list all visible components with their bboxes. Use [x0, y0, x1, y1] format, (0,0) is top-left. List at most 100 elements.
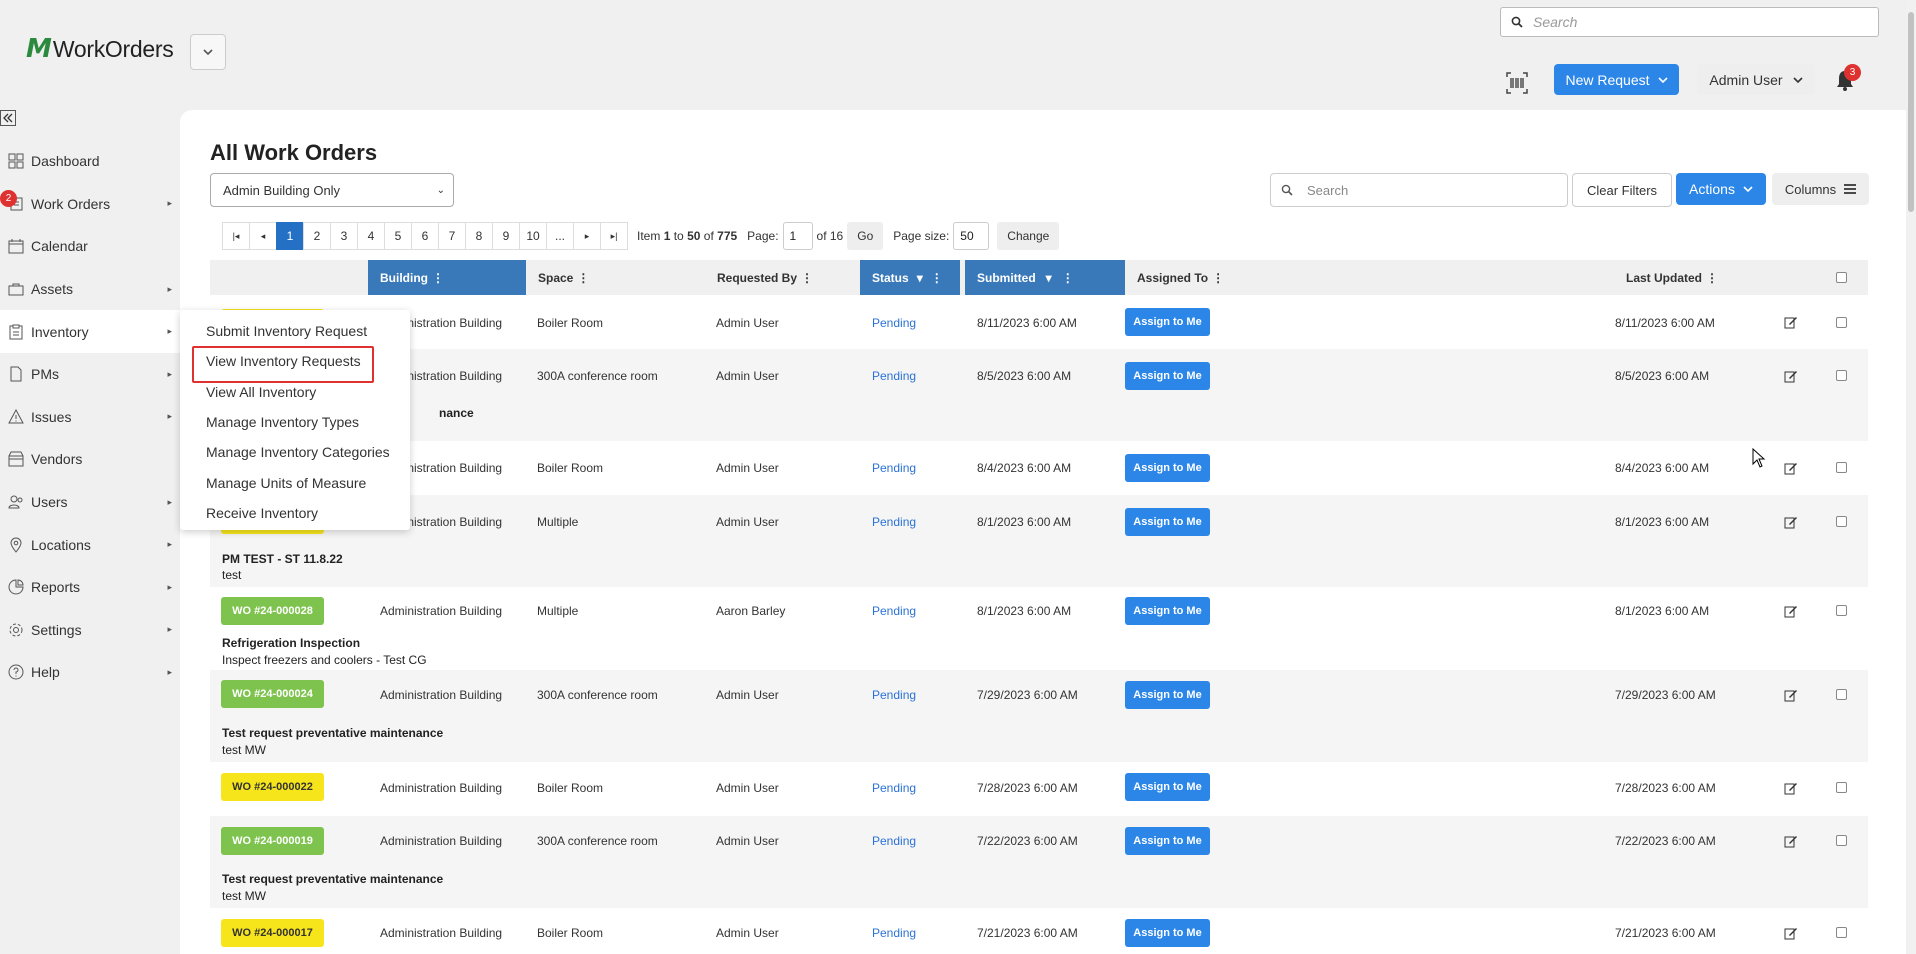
edit-icon[interactable] — [1784, 461, 1798, 475]
sidebar-item-assets[interactable]: Assets ▸ — [0, 268, 180, 311]
row-checkbox[interactable] — [1836, 317, 1847, 328]
global-search[interactable] — [1500, 7, 1879, 37]
pager-ellipsis[interactable]: ... — [546, 222, 574, 250]
table-row[interactable]: Administration Building 300A conference … — [210, 349, 1868, 441]
menu-item-view-inventory-requests[interactable]: View Inventory Requests — [180, 346, 410, 384]
edit-icon[interactable] — [1784, 515, 1798, 529]
pager-page-2[interactable]: 2 — [303, 222, 331, 250]
sidebar-item-work-orders[interactable]: 2 Work Orders ▸ — [0, 183, 180, 226]
table-row[interactable]: WO #24-000028 Administration Building Mu… — [210, 587, 1868, 670]
menu-item-manage-units-of-measure[interactable]: Manage Units of Measure — [180, 467, 410, 497]
assign-to-me-button[interactable]: Assign to Me — [1125, 454, 1210, 482]
app-switcher-button[interactable] — [190, 34, 226, 70]
menu-item-view-all-inventory[interactable]: View All Inventory — [180, 377, 410, 407]
pager-size-input[interactable]: 50 — [953, 222, 990, 250]
menu-item-submit-inventory-request[interactable]: Submit Inventory Request — [180, 316, 410, 346]
pager-first-button[interactable]: |◂ — [222, 222, 250, 250]
row-checkbox[interactable] — [1836, 462, 1847, 473]
column-header-space[interactable]: Space ⋮ — [526, 260, 706, 295]
scrollbar-thumb[interactable] — [1908, 12, 1914, 212]
pager-change-button[interactable]: Change — [997, 222, 1060, 250]
table-row[interactable]: Administration Building Boiler Room Admi… — [210, 441, 1868, 495]
pager-page-3[interactable]: 3 — [330, 222, 358, 250]
column-header-building[interactable]: Building ⋮ — [368, 260, 526, 295]
select-all-checkbox[interactable] — [1836, 272, 1847, 283]
edit-icon[interactable] — [1784, 604, 1798, 618]
barcode-scan-icon[interactable] — [1506, 72, 1528, 94]
assign-to-me-button[interactable]: Assign to Me — [1125, 308, 1210, 336]
sidebar-item-users[interactable]: Users ▸ — [0, 481, 180, 524]
edit-icon[interactable] — [1784, 688, 1798, 702]
columns-button[interactable]: Columns — [1772, 173, 1869, 205]
global-search-input[interactable] — [1533, 14, 1853, 30]
row-checkbox[interactable] — [1836, 370, 1847, 381]
column-header-last-updated[interactable]: Last Updated ⋮ — [1614, 260, 1814, 295]
assign-to-me-button[interactable]: Assign to Me — [1125, 681, 1210, 709]
column-header-assigned-to[interactable]: Assigned To ⋮ — [1125, 260, 1325, 295]
edit-icon[interactable] — [1784, 834, 1798, 848]
row-checkbox[interactable] — [1836, 516, 1847, 527]
sidebar-item-locations[interactable]: Locations ▸ — [0, 523, 180, 566]
table-row[interactable]: WO #24-000019 Administration Building 30… — [210, 816, 1868, 908]
table-search-input[interactable] — [1307, 182, 1547, 198]
assign-to-me-button[interactable]: Assign to Me — [1125, 362, 1210, 390]
pager-page-6[interactable]: 6 — [411, 222, 439, 250]
table-row[interactable]: Administration Building Boiler Room Admi… — [210, 295, 1868, 349]
pager-page-5[interactable]: 5 — [384, 222, 412, 250]
pager-page-1[interactable]: 1 — [276, 222, 304, 250]
sidebar-item-help[interactable]: Help ▸ — [0, 651, 180, 694]
edit-icon[interactable] — [1784, 781, 1798, 795]
sidebar-item-vendors[interactable]: Vendors — [0, 438, 180, 481]
table-row[interactable]: Administration Building Multiple Admin U… — [210, 495, 1868, 587]
pager-prev-button[interactable]: ◂ — [249, 222, 277, 250]
building-filter-select[interactable]: Admin Building Only ⌄ — [210, 173, 454, 207]
pager-last-button[interactable]: ▸| — [600, 222, 628, 250]
status-cell[interactable]: Pending — [872, 461, 916, 475]
work-order-badge[interactable]: WO #24-000028 — [221, 597, 324, 625]
edit-icon[interactable] — [1784, 315, 1798, 329]
row-checkbox[interactable] — [1836, 689, 1847, 700]
sidebar-item-pms[interactable]: PMs ▸ — [0, 353, 180, 396]
edit-icon[interactable] — [1784, 926, 1798, 940]
pager-page-4[interactable]: 4 — [357, 222, 385, 250]
assign-to-me-button[interactable]: Assign to Me — [1125, 773, 1210, 801]
pager-next-button[interactable]: ▸ — [573, 222, 601, 250]
pager-page-7[interactable]: 7 — [438, 222, 466, 250]
actions-button[interactable]: Actions — [1676, 173, 1766, 205]
menu-item-receive-inventory[interactable]: Receive Inventory — [180, 498, 410, 528]
table-row[interactable]: WO #24-000022 Administration Building Bo… — [210, 762, 1868, 816]
status-cell[interactable]: Pending — [872, 515, 916, 529]
new-request-button[interactable]: New Request — [1554, 64, 1679, 95]
table-search[interactable] — [1270, 173, 1568, 207]
table-row[interactable]: WO #24-000017 Administration Building Bo… — [210, 908, 1868, 954]
row-checkbox[interactable] — [1836, 835, 1847, 846]
column-header-status[interactable]: Status ▾ ⋮ — [860, 260, 960, 295]
work-order-badge[interactable]: WO #24-000024 — [221, 680, 324, 708]
row-checkbox[interactable] — [1836, 927, 1847, 938]
work-order-badge[interactable]: WO #24-000022 — [221, 773, 324, 801]
work-order-badge[interactable]: WO #24-000017 — [221, 919, 324, 947]
pager-page-input[interactable]: 1 — [782, 222, 813, 250]
work-order-badge[interactable]: WO #24-000019 — [221, 827, 324, 855]
table-row[interactable]: WO #24-000024 Administration Building 30… — [210, 670, 1868, 762]
row-checkbox[interactable] — [1836, 782, 1847, 793]
status-cell[interactable]: Pending — [872, 834, 916, 848]
status-cell[interactable]: Pending — [872, 604, 916, 618]
pager-page-10[interactable]: 10 — [519, 222, 547, 250]
assign-to-me-button[interactable]: Assign to Me — [1125, 597, 1210, 625]
assign-to-me-button[interactable]: Assign to Me — [1125, 508, 1210, 536]
pager-page-9[interactable]: 9 — [492, 222, 520, 250]
sidebar-item-dashboard[interactable]: Dashboard — [0, 140, 180, 183]
page-scrollbar[interactable] — [1906, 0, 1916, 954]
sidebar-item-settings[interactable]: Settings ▸ — [0, 609, 180, 652]
status-cell[interactable]: Pending — [872, 781, 916, 795]
sidebar-item-issues[interactable]: Issues ▸ — [0, 396, 180, 439]
pager-page-8[interactable]: 8 — [465, 222, 493, 250]
status-cell[interactable]: Pending — [872, 369, 916, 383]
assign-to-me-button[interactable]: Assign to Me — [1125, 827, 1210, 855]
app-logo[interactable]: M WorkOrders — [26, 34, 174, 64]
clear-filters-button[interactable]: Clear Filters — [1572, 173, 1672, 207]
sidebar-item-inventory[interactable]: Inventory ▸ — [0, 310, 180, 353]
menu-item-manage-inventory-types[interactable]: Manage Inventory Types — [180, 407, 410, 437]
assign-to-me-button[interactable]: Assign to Me — [1125, 919, 1210, 947]
